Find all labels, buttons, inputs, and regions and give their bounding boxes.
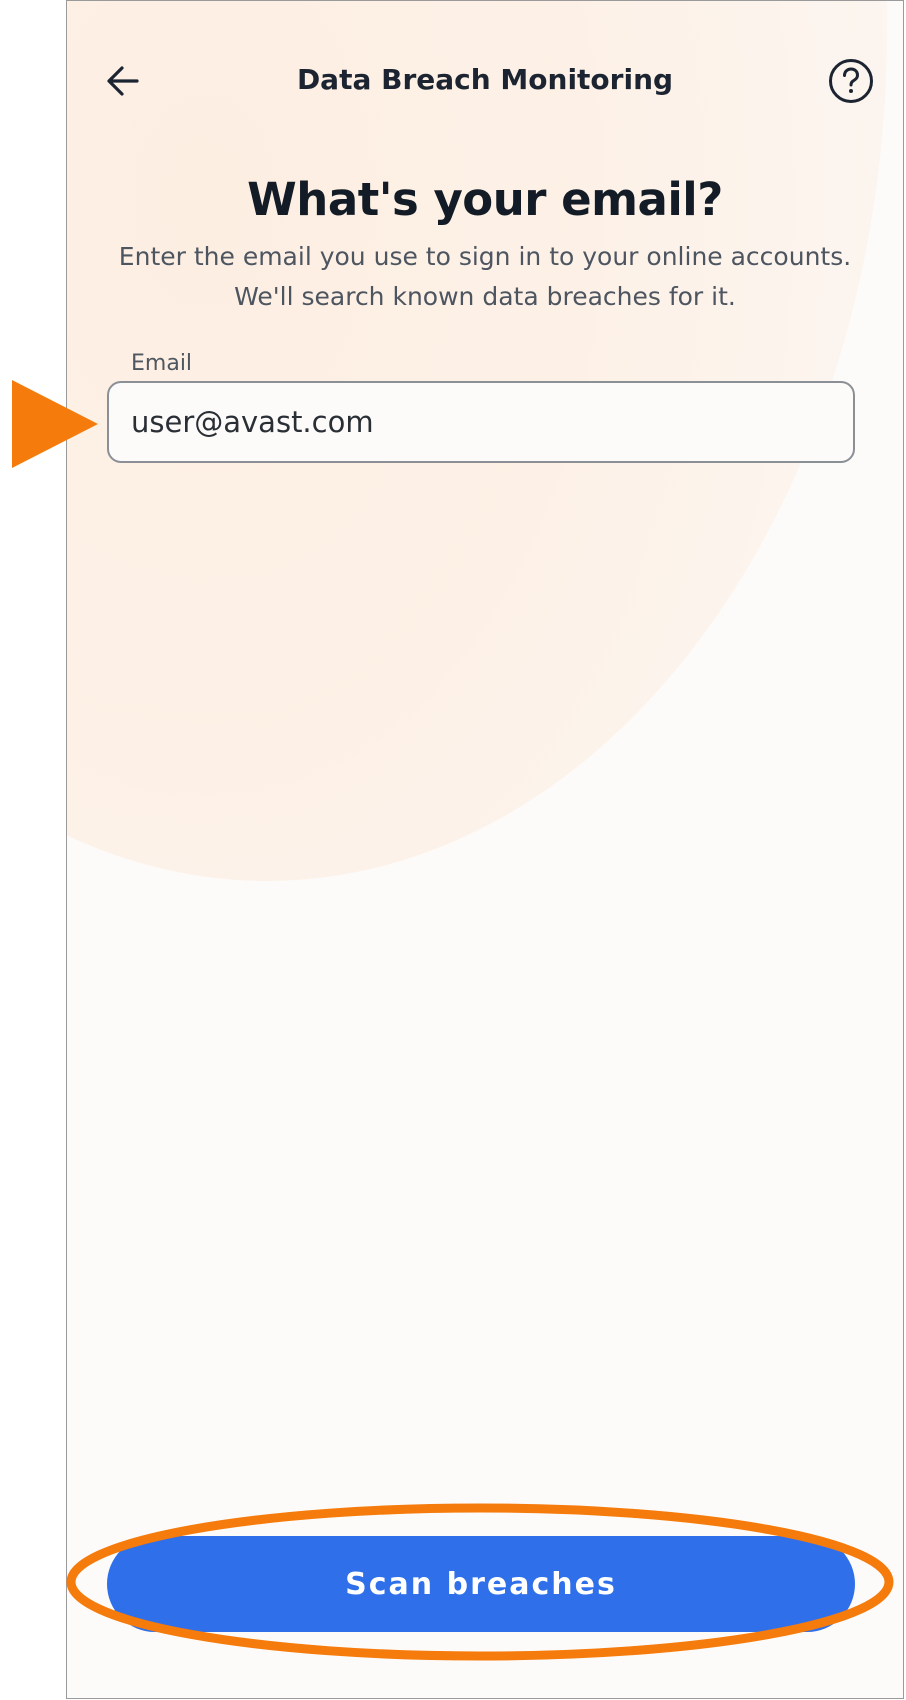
- email-field[interactable]: [107, 381, 855, 463]
- subtitle: Enter the email you use to sign in to yo…: [118, 242, 852, 311]
- help-button[interactable]: [825, 55, 877, 107]
- email-label: Email: [131, 351, 193, 376]
- top-bar: Data Breach Monitoring: [67, 41, 903, 121]
- app-screen: Data Breach Monitoring What's your email…: [66, 0, 904, 1699]
- page-title: Data Breach Monitoring: [296, 63, 674, 96]
- headline: What's your email?: [247, 173, 723, 226]
- pointer-arrow-icon: [12, 380, 98, 468]
- scan-breaches-button[interactable]: Scan breaches: [107, 1536, 855, 1632]
- question-circle-icon: [829, 59, 873, 103]
